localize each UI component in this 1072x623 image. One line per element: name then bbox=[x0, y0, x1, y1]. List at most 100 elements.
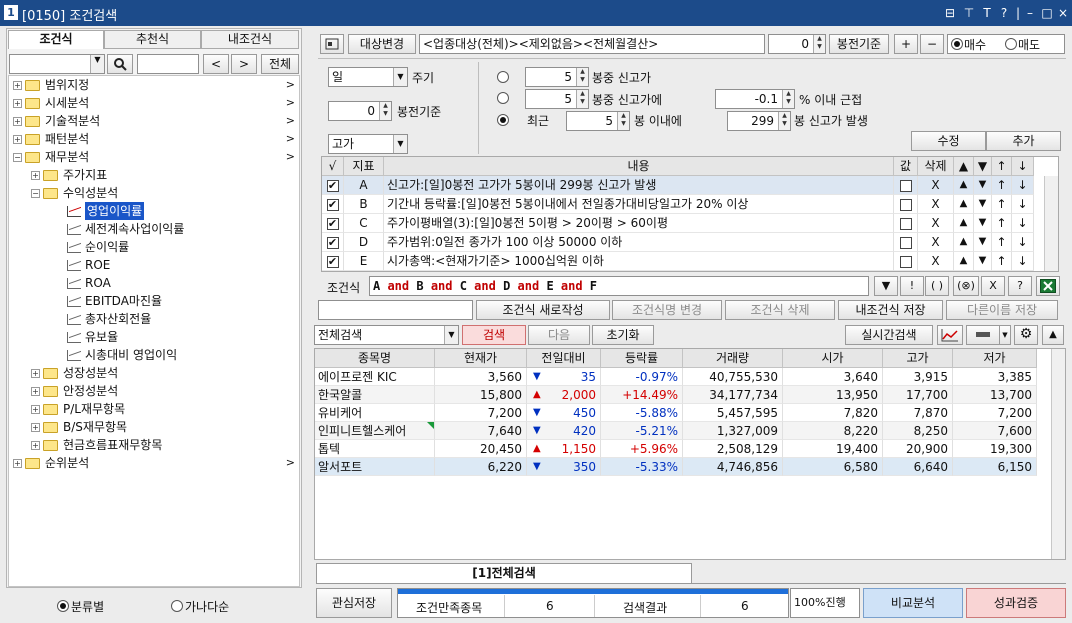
opt1-input[interactable]: 5 ▲ ▼ bbox=[525, 67, 589, 87]
radio-option-3[interactable] bbox=[497, 114, 509, 126]
tab-recommended[interactable]: 추천식 bbox=[104, 30, 201, 49]
formula-input[interactable]: A and B and C and D and E and F bbox=[369, 276, 869, 296]
dropdown-arrow-icon[interactable]: ▼ bbox=[999, 325, 1011, 345]
top-most-icon[interactable]: ⊤ bbox=[961, 4, 977, 22]
value-checkbox[interactable] bbox=[899, 255, 912, 268]
collapse-icon[interactable]: − bbox=[31, 189, 40, 198]
expand-icon[interactable]: + bbox=[13, 117, 22, 126]
radio-alphabetical[interactable] bbox=[171, 600, 183, 612]
bong2-input[interactable]: 0 ▲ ▼ bbox=[328, 101, 392, 121]
results-scrollbar[interactable] bbox=[1051, 349, 1065, 559]
exclude-button[interactable]: (⊗) bbox=[953, 276, 979, 296]
collapse-icon[interactable]: − bbox=[13, 153, 22, 162]
radio-option-2[interactable] bbox=[497, 92, 509, 104]
radio-by-category[interactable] bbox=[57, 600, 69, 612]
excel-icon[interactable] bbox=[1036, 276, 1060, 296]
chevron-right-icon[interactable]: > bbox=[286, 112, 295, 130]
spinner-icon[interactable]: ▲ ▼ bbox=[379, 102, 391, 120]
move-down-icon[interactable]: ▼ bbox=[974, 252, 992, 271]
pin-icon[interactable]: ⊟ bbox=[942, 4, 958, 22]
close-icon[interactable]: × bbox=[1055, 4, 1071, 22]
rename-condition-button[interactable]: 조건식명 변경 bbox=[612, 300, 722, 320]
value-checkbox[interactable] bbox=[899, 179, 912, 192]
header-change[interactable]: 전일대비 bbox=[527, 349, 601, 368]
tree-node[interactable]: EBITDA마진율 bbox=[9, 292, 299, 310]
tree-node[interactable]: + 패턴분석 > bbox=[9, 130, 299, 148]
move-up-icon[interactable]: ▲ bbox=[954, 176, 974, 195]
not-operator-button[interactable]: ! bbox=[900, 276, 924, 296]
next-page-button[interactable]: 다음 bbox=[528, 325, 590, 345]
move-bottom-icon[interactable]: ↓ bbox=[1012, 233, 1034, 252]
condition-scrollbar[interactable] bbox=[1044, 176, 1058, 271]
spinner-icon[interactable]: ▲ ▼ bbox=[778, 112, 790, 130]
expand-icon[interactable]: + bbox=[31, 405, 40, 414]
tree-node[interactable]: 시총대비 영업이익 bbox=[9, 346, 299, 364]
tree-node[interactable]: ROA bbox=[9, 274, 299, 292]
tree-node[interactable]: + 주가지표 bbox=[9, 166, 299, 184]
realtime-search-button[interactable]: 실시간검색 bbox=[845, 325, 933, 345]
tree-node[interactable]: ROE bbox=[9, 256, 299, 274]
tree-node[interactable]: − 재무분석 > bbox=[9, 148, 299, 166]
move-down-icon[interactable]: ▼ bbox=[974, 195, 992, 214]
tree-node[interactable]: + 성장성분석 bbox=[9, 364, 299, 382]
minimize-icon[interactable]: – bbox=[1022, 4, 1038, 22]
tree-node[interactable]: + B/S재무항목 bbox=[9, 418, 299, 436]
row-delete-button[interactable]: X bbox=[918, 176, 954, 195]
spinner-icon[interactable]: ▲ ▼ bbox=[782, 90, 794, 108]
checkbox[interactable]: ✔ bbox=[326, 217, 339, 230]
tree-node[interactable]: + 현금흐름표재무항목 bbox=[9, 436, 299, 454]
tree-node[interactable]: + 안정성분석 bbox=[9, 382, 299, 400]
radio-sell[interactable] bbox=[1005, 38, 1017, 50]
minus-button[interactable]: − bbox=[920, 34, 944, 54]
move-top-icon[interactable]: ↑ bbox=[992, 214, 1012, 233]
move-bottom-icon[interactable]: ↓ bbox=[1012, 214, 1034, 233]
collapse-up-icon[interactable]: ▲ bbox=[1042, 325, 1064, 345]
header-high[interactable]: 고가 bbox=[883, 349, 953, 368]
radio-buy[interactable] bbox=[951, 38, 963, 50]
column-option-icon[interactable] bbox=[966, 325, 1000, 345]
result-name[interactable]: 한국알콜 bbox=[315, 386, 435, 404]
checkbox[interactable]: ✔ bbox=[326, 236, 339, 249]
move-bottom-icon[interactable]: ↓ bbox=[1012, 252, 1034, 271]
all-button[interactable]: 전체 bbox=[261, 54, 299, 74]
next-button[interactable]: > bbox=[231, 54, 257, 74]
header-open[interactable]: 시가 bbox=[783, 349, 883, 368]
expand-icon[interactable]: + bbox=[13, 135, 22, 144]
chevron-right-icon[interactable]: > bbox=[286, 76, 295, 94]
tree-node[interactable]: − 수익성분석 bbox=[9, 184, 299, 202]
target-change-button[interactable]: 대상변경 bbox=[348, 34, 416, 54]
target-panel-icon[interactable] bbox=[320, 34, 344, 54]
opt2-input[interactable]: 5 ▲ ▼ bbox=[525, 89, 589, 109]
expand-icon[interactable]: + bbox=[13, 99, 22, 108]
tree-node[interactable]: 유보율 bbox=[9, 328, 299, 346]
result-name[interactable]: 에이프로젠 KIC bbox=[315, 368, 435, 386]
expand-icon[interactable]: + bbox=[31, 441, 40, 450]
value-checkbox[interactable] bbox=[899, 236, 912, 249]
move-up-icon[interactable]: ▲ bbox=[954, 214, 974, 233]
result-name[interactable]: 톱텍 bbox=[315, 440, 435, 458]
category-select[interactable]: ▼ bbox=[9, 54, 105, 74]
bong-offset-input[interactable]: 0 ▲ ▼ bbox=[768, 34, 826, 54]
search-execute-button[interactable]: 검색 bbox=[462, 325, 526, 345]
tree-node[interactable]: + P/L재무항목 bbox=[9, 400, 299, 418]
expand-icon[interactable]: + bbox=[13, 81, 22, 90]
tree-node[interactable]: + 기술적분석 > bbox=[9, 112, 299, 130]
move-down-icon[interactable]: ▼ bbox=[974, 176, 992, 195]
chevron-right-icon[interactable]: > bbox=[286, 148, 295, 166]
paren-button[interactable]: ( ) bbox=[925, 276, 949, 296]
row-delete-button[interactable]: X bbox=[918, 252, 954, 271]
delete-condition-button[interactable]: 조건식 삭제 bbox=[725, 300, 835, 320]
font-icon[interactable]: T bbox=[979, 4, 995, 22]
value-checkbox[interactable] bbox=[899, 217, 912, 230]
radio-option-1[interactable] bbox=[497, 71, 509, 83]
header-volume[interactable]: 거래량 bbox=[683, 349, 783, 368]
chevron-right-icon[interactable]: > bbox=[286, 130, 295, 148]
tree-node[interactable]: + 시세분석 > bbox=[9, 94, 299, 112]
row-delete-button[interactable]: X bbox=[918, 233, 954, 252]
value-checkbox[interactable] bbox=[899, 198, 912, 211]
row-content[interactable]: 기간내 등락률:[일]0봉전 5봉이내에서 전일종가대비당일고가 20% 이상 bbox=[384, 195, 894, 214]
expand-icon[interactable]: + bbox=[13, 459, 22, 468]
checkbox[interactable]: ✔ bbox=[326, 255, 339, 268]
interest-save-button[interactable]: 관심저장 bbox=[316, 588, 392, 618]
result-name[interactable]: 인피니트헬스케어 bbox=[315, 422, 435, 440]
